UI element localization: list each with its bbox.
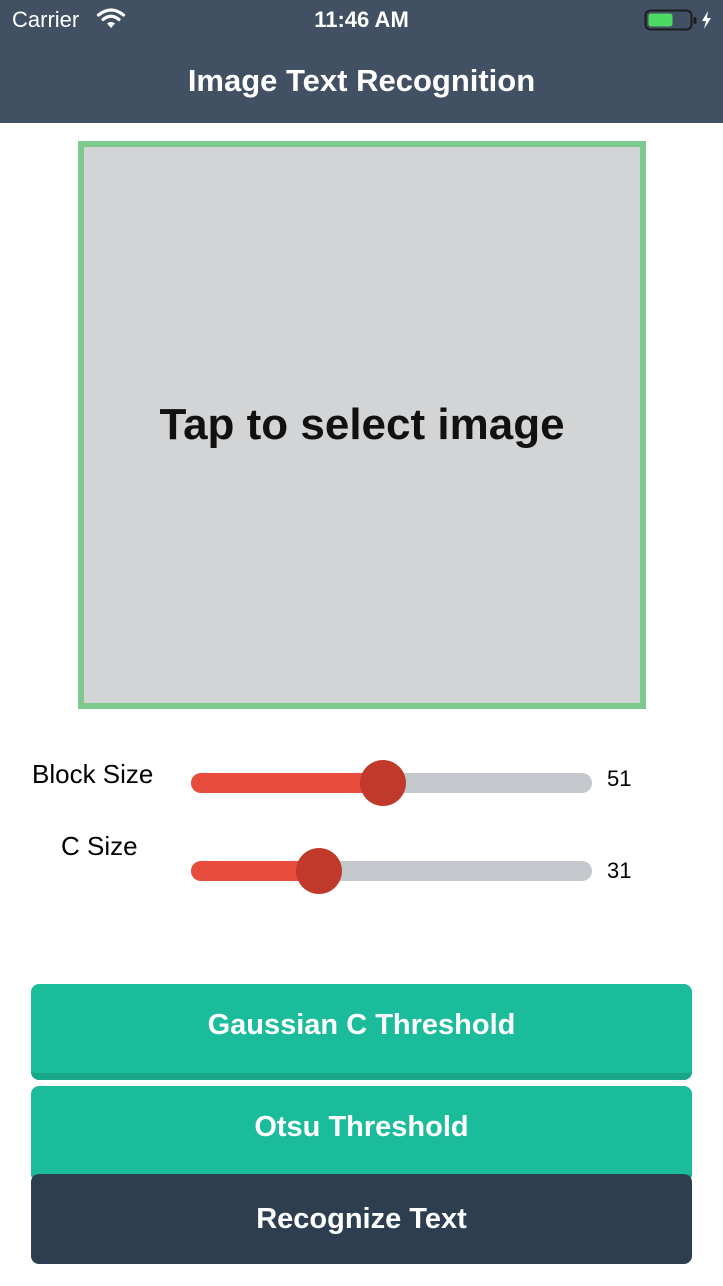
recognize-text-button[interactable]: Recognize Text xyxy=(31,1174,692,1264)
otsu-threshold-button[interactable]: Otsu Threshold xyxy=(31,1086,692,1182)
battery-charging-icon xyxy=(644,9,711,31)
slider-thumb[interactable] xyxy=(296,848,343,894)
header-bar: Carrier 11:46 AM Image Text Recognition xyxy=(0,0,723,123)
image-picker-area[interactable]: Tap to select image xyxy=(78,141,646,709)
block-size-label: Block Size xyxy=(32,759,154,789)
slider-fill xyxy=(191,773,384,793)
page-title: Image Text Recognition xyxy=(187,63,536,98)
otsu-threshold-label: Otsu Threshold xyxy=(254,1111,469,1143)
status-time: 11:46 AM xyxy=(314,7,409,32)
block-size-value: 51 xyxy=(607,766,632,791)
recognize-text-label: Recognize Text xyxy=(256,1202,467,1235)
gaussian-threshold-label: Gaussian C Threshold xyxy=(207,1009,516,1041)
block-size-slider[interactable] xyxy=(191,760,592,806)
image-picker-label: Tap to select image xyxy=(159,400,565,449)
c-size-label: C Size xyxy=(61,831,138,861)
slider-thumb[interactable] xyxy=(360,760,407,806)
gaussian-threshold-button[interactable]: Gaussian C Threshold xyxy=(31,984,692,1080)
c-size-value: 31 xyxy=(607,858,632,883)
c-size-slider[interactable] xyxy=(191,848,592,894)
